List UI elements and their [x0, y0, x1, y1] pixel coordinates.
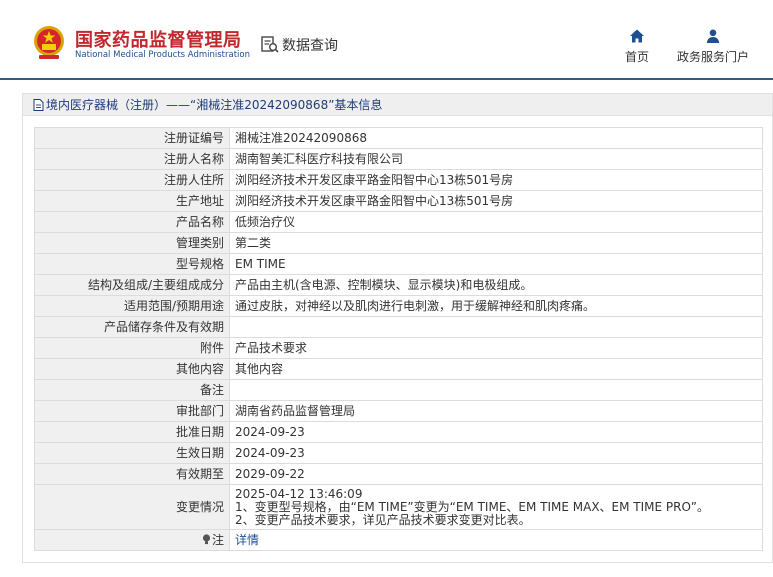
- table-row: 管理类别 第二类: [34, 232, 763, 254]
- field-value: 第二类: [229, 232, 763, 254]
- field-label: 注册人名称: [34, 148, 230, 170]
- field-label: 备注: [34, 379, 230, 401]
- field-label: 附件: [34, 337, 230, 359]
- lightbulb-icon: [202, 534, 211, 545]
- field-value: [229, 316, 763, 338]
- field-value: 产品技术要求: [229, 337, 763, 359]
- field-label: 产品储存条件及有效期: [34, 316, 230, 338]
- field-label: 有效期至: [34, 463, 230, 485]
- detail-panel: 境内医疗器械（注册）——“湘械注准20242090868”基本信息 注册证编号湘…: [22, 93, 773, 563]
- field-value: 产品由主机(含电源、控制模块、显示模块)和电极组成。: [229, 274, 763, 296]
- change-timestamp: 2025-04-12 13:46:09: [235, 486, 363, 501]
- nav-service-portal[interactable]: 政务服务门户: [672, 28, 754, 65]
- field-label: 适用范围/预期用途: [34, 295, 230, 317]
- table-row: 备注: [34, 379, 763, 401]
- field-label: 管理类别: [34, 232, 230, 254]
- field-value: 2024-09-23: [229, 421, 763, 443]
- nav-home[interactable]: 首页: [620, 28, 654, 65]
- field-label: 产品名称: [34, 211, 230, 233]
- change-line: 1、变更型号规格，由“EM TIME”变更为“EM TIME、EM TIME M…: [235, 499, 709, 514]
- document-icon: [33, 99, 44, 111]
- table-row: 注册人住所 浏阳经济技术开发区康平路金阳智中心13栋501号房: [34, 169, 763, 191]
- field-label: 注册证编号: [34, 127, 230, 149]
- field-value: 2029-09-22: [229, 463, 763, 485]
- panel-title-text: 境内医疗器械（注册）——“湘械注准20242090868”基本信息: [46, 98, 383, 112]
- note-value: 详情: [229, 529, 763, 551]
- change-history-value: 2025-04-12 13:46:09 1、变更型号规格，由“EM TIME”变…: [229, 484, 763, 530]
- panel-title: 境内医疗器械（注册）——“湘械注准20242090868”基本信息: [23, 94, 772, 116]
- note-label-cell: 注: [34, 529, 230, 551]
- table-row: 生产地址 浏阳经济技术开发区康平路金阳智中心13栋501号房: [34, 190, 763, 212]
- national-emblem-icon: [34, 26, 64, 59]
- field-value: EM TIME: [229, 253, 763, 275]
- brand-title-cn: 国家药品监督管理局: [75, 30, 242, 51]
- registration-info-table: 注册证编号 湘械注准20242090868 注册人名称 湖南智美汇科医疗科技有限公司…: [34, 127, 763, 551]
- data-query-link[interactable]: 数据查询: [282, 35, 338, 55]
- table-row: 结构及组成/主要组成成分 产品由主机(含电源、控制模块、显示模块)和电极组成。: [34, 274, 763, 296]
- field-value: 浏阳经济技术开发区康平路金阳智中心13栋501号房: [229, 169, 763, 191]
- field-label: 其他内容: [34, 358, 230, 380]
- field-value: 低频治疗仪: [229, 211, 763, 233]
- field-value: 通过皮肤，对神经以及肌肉进行电刺激，用于缓解神经和肌肉疼痛。: [229, 295, 763, 317]
- field-value: [229, 379, 763, 401]
- nav-service-portal-label: 政务服务门户: [676, 50, 749, 64]
- table-row: 生效日期 2024-09-23: [34, 442, 763, 464]
- details-link[interactable]: 详情: [235, 533, 259, 547]
- field-label: 结构及组成/主要组成成分: [34, 274, 230, 296]
- field-value: 湖南省药品监督管理局: [229, 400, 763, 422]
- table-row: 产品名称 低频治疗仪: [34, 211, 763, 233]
- table-row: 审批部门 湖南省药品监督管理局: [34, 400, 763, 422]
- field-label: 批准日期: [34, 421, 230, 443]
- field-value: 其他内容: [229, 358, 763, 380]
- table-row-note: 注 详情: [34, 529, 763, 551]
- table-row: 批准日期 2024-09-23: [34, 421, 763, 443]
- table-row: 适用范围/预期用途 通过皮肤，对神经以及肌肉进行电刺激，用于缓解神经和肌肉疼痛。: [34, 295, 763, 317]
- field-label: 变更情况: [34, 484, 230, 530]
- site-header: 国家药品监督管理局 National Medical Products Admi…: [0, 0, 773, 80]
- table-row: 型号规格 EM TIME: [34, 253, 763, 275]
- table-row: 产品储存条件及有效期: [34, 316, 763, 338]
- nav-home-label: 首页: [624, 50, 649, 64]
- field-label: 注册人住所: [34, 169, 230, 191]
- table-row: 注册证编号 湘械注准20242090868: [34, 127, 763, 149]
- data-query-icon[interactable]: [261, 35, 279, 53]
- field-label: 审批部门: [34, 400, 230, 422]
- field-value: 浏阳经济技术开发区康平路金阳智中心13栋501号房: [229, 190, 763, 212]
- field-label: 生效日期: [34, 442, 230, 464]
- change-line: 2、变更产品技术要求，详见产品技术要求变更对比表。: [235, 512, 531, 527]
- field-value: 湖南智美汇科医疗科技有限公司: [229, 148, 763, 170]
- user-icon: [706, 29, 720, 43]
- table-row: 有效期至 2029-09-22: [34, 463, 763, 485]
- field-value: 2024-09-23: [229, 442, 763, 464]
- field-label: 型号规格: [34, 253, 230, 275]
- note-label: 注: [211, 533, 224, 547]
- home-icon: [630, 29, 644, 43]
- table-row: 附件 产品技术要求: [34, 337, 763, 359]
- field-label: 生产地址: [34, 190, 230, 212]
- table-row: 注册人名称 湖南智美汇科医疗科技有限公司: [34, 148, 763, 170]
- table-row: 其他内容 其他内容: [34, 358, 763, 380]
- brand-title-en: National Medical Products Administration: [75, 50, 250, 60]
- table-row-change-history: 变更情况 2025-04-12 13:46:09 1、变更型号规格，由“EM T…: [34, 484, 763, 530]
- field-value: 湘械注准20242090868: [229, 127, 763, 149]
